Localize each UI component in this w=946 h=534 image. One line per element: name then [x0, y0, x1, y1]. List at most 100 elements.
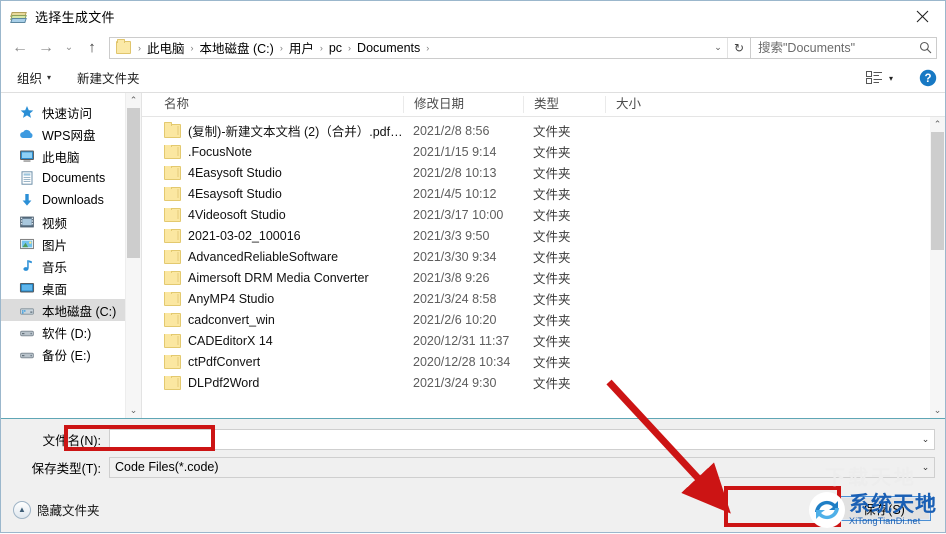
filename-input[interactable]: [110, 431, 917, 447]
scroll-down-icon[interactable]: ⌄: [930, 403, 945, 418]
file-type-cell: 文件夹: [533, 125, 571, 139]
documents-icon: [19, 170, 35, 186]
star-icon: [19, 104, 35, 120]
filename-row: 文件名(N): ⌄: [1, 428, 945, 450]
filename-label: 文件名(N):: [42, 433, 101, 448]
file-name-cell: AnyMP4 Studio: [150, 291, 403, 306]
file-name-label: 4Easysoft Studio: [188, 165, 282, 180]
scrollbar-track[interactable]: [930, 132, 945, 403]
breadcrumb-item-2[interactable]: 用户: [286, 38, 317, 57]
column-header-type[interactable]: 类型: [523, 96, 605, 113]
table-row[interactable]: cadconvert_win 2021/2/6 10:20 文件夹: [142, 309, 945, 330]
filetype-combo[interactable]: Code Files(*.code) ⌄: [109, 456, 935, 478]
file-date-cell: 2021/3/8 9:26: [413, 270, 490, 285]
save-button[interactable]: 保存(S): [837, 496, 931, 521]
breadcrumb-item-3[interactable]: pc: [326, 41, 345, 55]
sidebar-scrollbar[interactable]: ⌃ ⌄: [125, 93, 141, 418]
hide-folders-button[interactable]: ▲ 隐藏文件夹: [13, 500, 100, 519]
table-row[interactable]: 4Esaysoft Studio 2021/4/5 10:12 文件夹: [142, 183, 945, 204]
file-name-label: cadconvert_win: [188, 312, 275, 327]
file-date-cell: 2021/2/6 10:20: [413, 312, 497, 327]
file-name-label: 2021-03-02_100016: [188, 228, 301, 243]
file-type-cell: 文件夹: [533, 293, 571, 307]
search-box[interactable]: [751, 36, 937, 59]
table-row[interactable]: .FocusNote 2021/1/15 9:14 文件夹: [142, 141, 945, 162]
sidebar-item-quick-access[interactable]: 快速访问: [1, 101, 141, 123]
chevron-down-icon[interactable]: ⌄: [709, 42, 727, 53]
file-name-label: DLPdf2Word: [188, 375, 260, 390]
file-type-cell: 文件夹: [533, 272, 571, 286]
table-row[interactable]: 4Easysoft Studio 2021/2/8 10:13 文件夹: [142, 162, 945, 183]
sidebar-item-local-disk-c[interactable]: 本地磁盘 (C:): [1, 299, 141, 321]
table-row[interactable]: ctPdfConvert 2020/12/28 10:34 文件夹: [142, 351, 945, 372]
back-icon[interactable]: ←: [7, 36, 33, 60]
table-row[interactable]: DLPdf2Word 2021/3/24 9:30 文件夹: [142, 372, 945, 393]
sidebar-item-desktop[interactable]: 桌面: [1, 277, 141, 299]
table-row[interactable]: 4Videosoft Studio 2021/3/17 10:00 文件夹: [142, 204, 945, 225]
scroll-up-icon[interactable]: ⌃: [930, 117, 945, 132]
table-row[interactable]: (复制)-新建文本文档 (2)（合并）.pdf-2... 2021/2/8 8:…: [142, 120, 945, 141]
file-name-label: .FocusNote: [188, 144, 252, 159]
sidebar-item-wps-cloud[interactable]: WPS网盘: [1, 123, 141, 145]
sidebar-item-videos[interactable]: 视频: [1, 211, 141, 233]
table-row[interactable]: CADEditorX 14 2020/12/31 11:37 文件夹: [142, 330, 945, 351]
organize-label: 组织: [17, 72, 43, 86]
command-toolbar: 组织 ▾ 新建文件夹 ▾ ?: [1, 63, 945, 93]
sidebar-item-pictures[interactable]: 图片: [1, 233, 141, 255]
breadcrumb[interactable]: › 此电脑 › 本地磁盘 (C:) › 用户 › pc › Documents …: [109, 36, 751, 59]
search-input[interactable]: [751, 40, 914, 55]
save-file-dialog: 选择生成文件 ← → ⌄ ↑ › 此电脑 › 本地磁盘 (C:) › 用户 › …: [0, 0, 946, 533]
file-name-label: (复制)-新建文本文档 (2)（合并）.pdf-2...: [188, 125, 403, 139]
sidebar-item-music[interactable]: 音乐: [1, 255, 141, 277]
file-list-scrollbar[interactable]: ⌃ ⌄: [930, 117, 945, 418]
chevron-down-icon[interactable]: ⌄: [917, 434, 934, 445]
breadcrumb-item-1[interactable]: 本地磁盘 (C:): [197, 38, 277, 57]
disk-icon: [19, 302, 35, 318]
sidebar-item-drive-e[interactable]: 备份 (E:): [1, 343, 141, 365]
breadcrumb-item-4[interactable]: Documents: [354, 41, 423, 55]
folder-icon: [164, 291, 181, 306]
file-name-cell: CADEditorX 14: [150, 333, 403, 348]
scrollbar-thumb: [931, 132, 944, 250]
filetype-row: 保存类型(T): Code Files(*.code) ⌄: [1, 456, 945, 478]
sidebar-item-documents[interactable]: Documents: [1, 167, 141, 189]
scroll-down-icon[interactable]: ⌄: [126, 403, 141, 418]
table-row[interactable]: AnyMP4 Studio 2021/3/24 8:58 文件夹: [142, 288, 945, 309]
filename-combo[interactable]: ⌄: [109, 428, 935, 450]
chevron-down-icon[interactable]: ⌄: [917, 462, 934, 473]
file-name-label: AdvancedReliableSoftware: [188, 249, 339, 264]
folder-icon: [164, 375, 181, 390]
chevron-down-icon: ▾: [47, 73, 52, 82]
scrollbar-track[interactable]: [126, 108, 141, 403]
sidebar-item-label: 音乐: [42, 260, 68, 275]
drive-icon: [19, 346, 35, 362]
recent-locations-icon[interactable]: ⌄: [59, 36, 79, 60]
sidebar-item-this-pc[interactable]: 此电脑: [1, 145, 141, 167]
new-folder-button[interactable]: 新建文件夹: [71, 67, 146, 89]
scroll-up-icon[interactable]: ⌃: [126, 93, 141, 108]
file-stack-icon: [10, 9, 27, 25]
file-date-cell: 2020/12/31 11:37: [413, 333, 510, 348]
file-name-cell: ctPdfConvert: [150, 354, 403, 369]
table-row[interactable]: Aimersoft DRM Media Converter 2021/3/8 9…: [142, 267, 945, 288]
sidebar-item-label: 快速访问: [42, 106, 93, 121]
folder-icon: [164, 312, 181, 327]
breadcrumb-separator: ›: [348, 42, 352, 53]
help-icon[interactable]: ?: [919, 69, 937, 87]
sidebar-item-downloads[interactable]: Downloads: [1, 189, 141, 211]
table-row[interactable]: 2021-03-02_100016 2021/3/3 9:50 文件夹: [142, 225, 945, 246]
up-icon[interactable]: ↑: [79, 36, 105, 60]
table-row[interactable]: AdvancedReliableSoftware 2021/3/30 9:34 …: [142, 246, 945, 267]
sidebar-item-drive-d[interactable]: 软件 (D:): [1, 321, 141, 343]
refresh-icon[interactable]: ↻: [727, 37, 750, 58]
column-header-name[interactable]: 名称: [150, 96, 403, 113]
forward-icon[interactable]: →: [33, 36, 59, 60]
view-layout-icon[interactable]: ▾: [862, 71, 897, 85]
close-icon[interactable]: [899, 1, 945, 32]
organize-button[interactable]: 组织 ▾: [11, 67, 57, 89]
column-header-size[interactable]: 大小: [605, 96, 685, 113]
column-header-date[interactable]: 修改日期: [403, 96, 523, 113]
breadcrumb-item-0[interactable]: 此电脑: [144, 38, 188, 57]
footer-buttons: 保存(S): [837, 496, 931, 521]
breadcrumb-separator: ›: [319, 42, 323, 53]
